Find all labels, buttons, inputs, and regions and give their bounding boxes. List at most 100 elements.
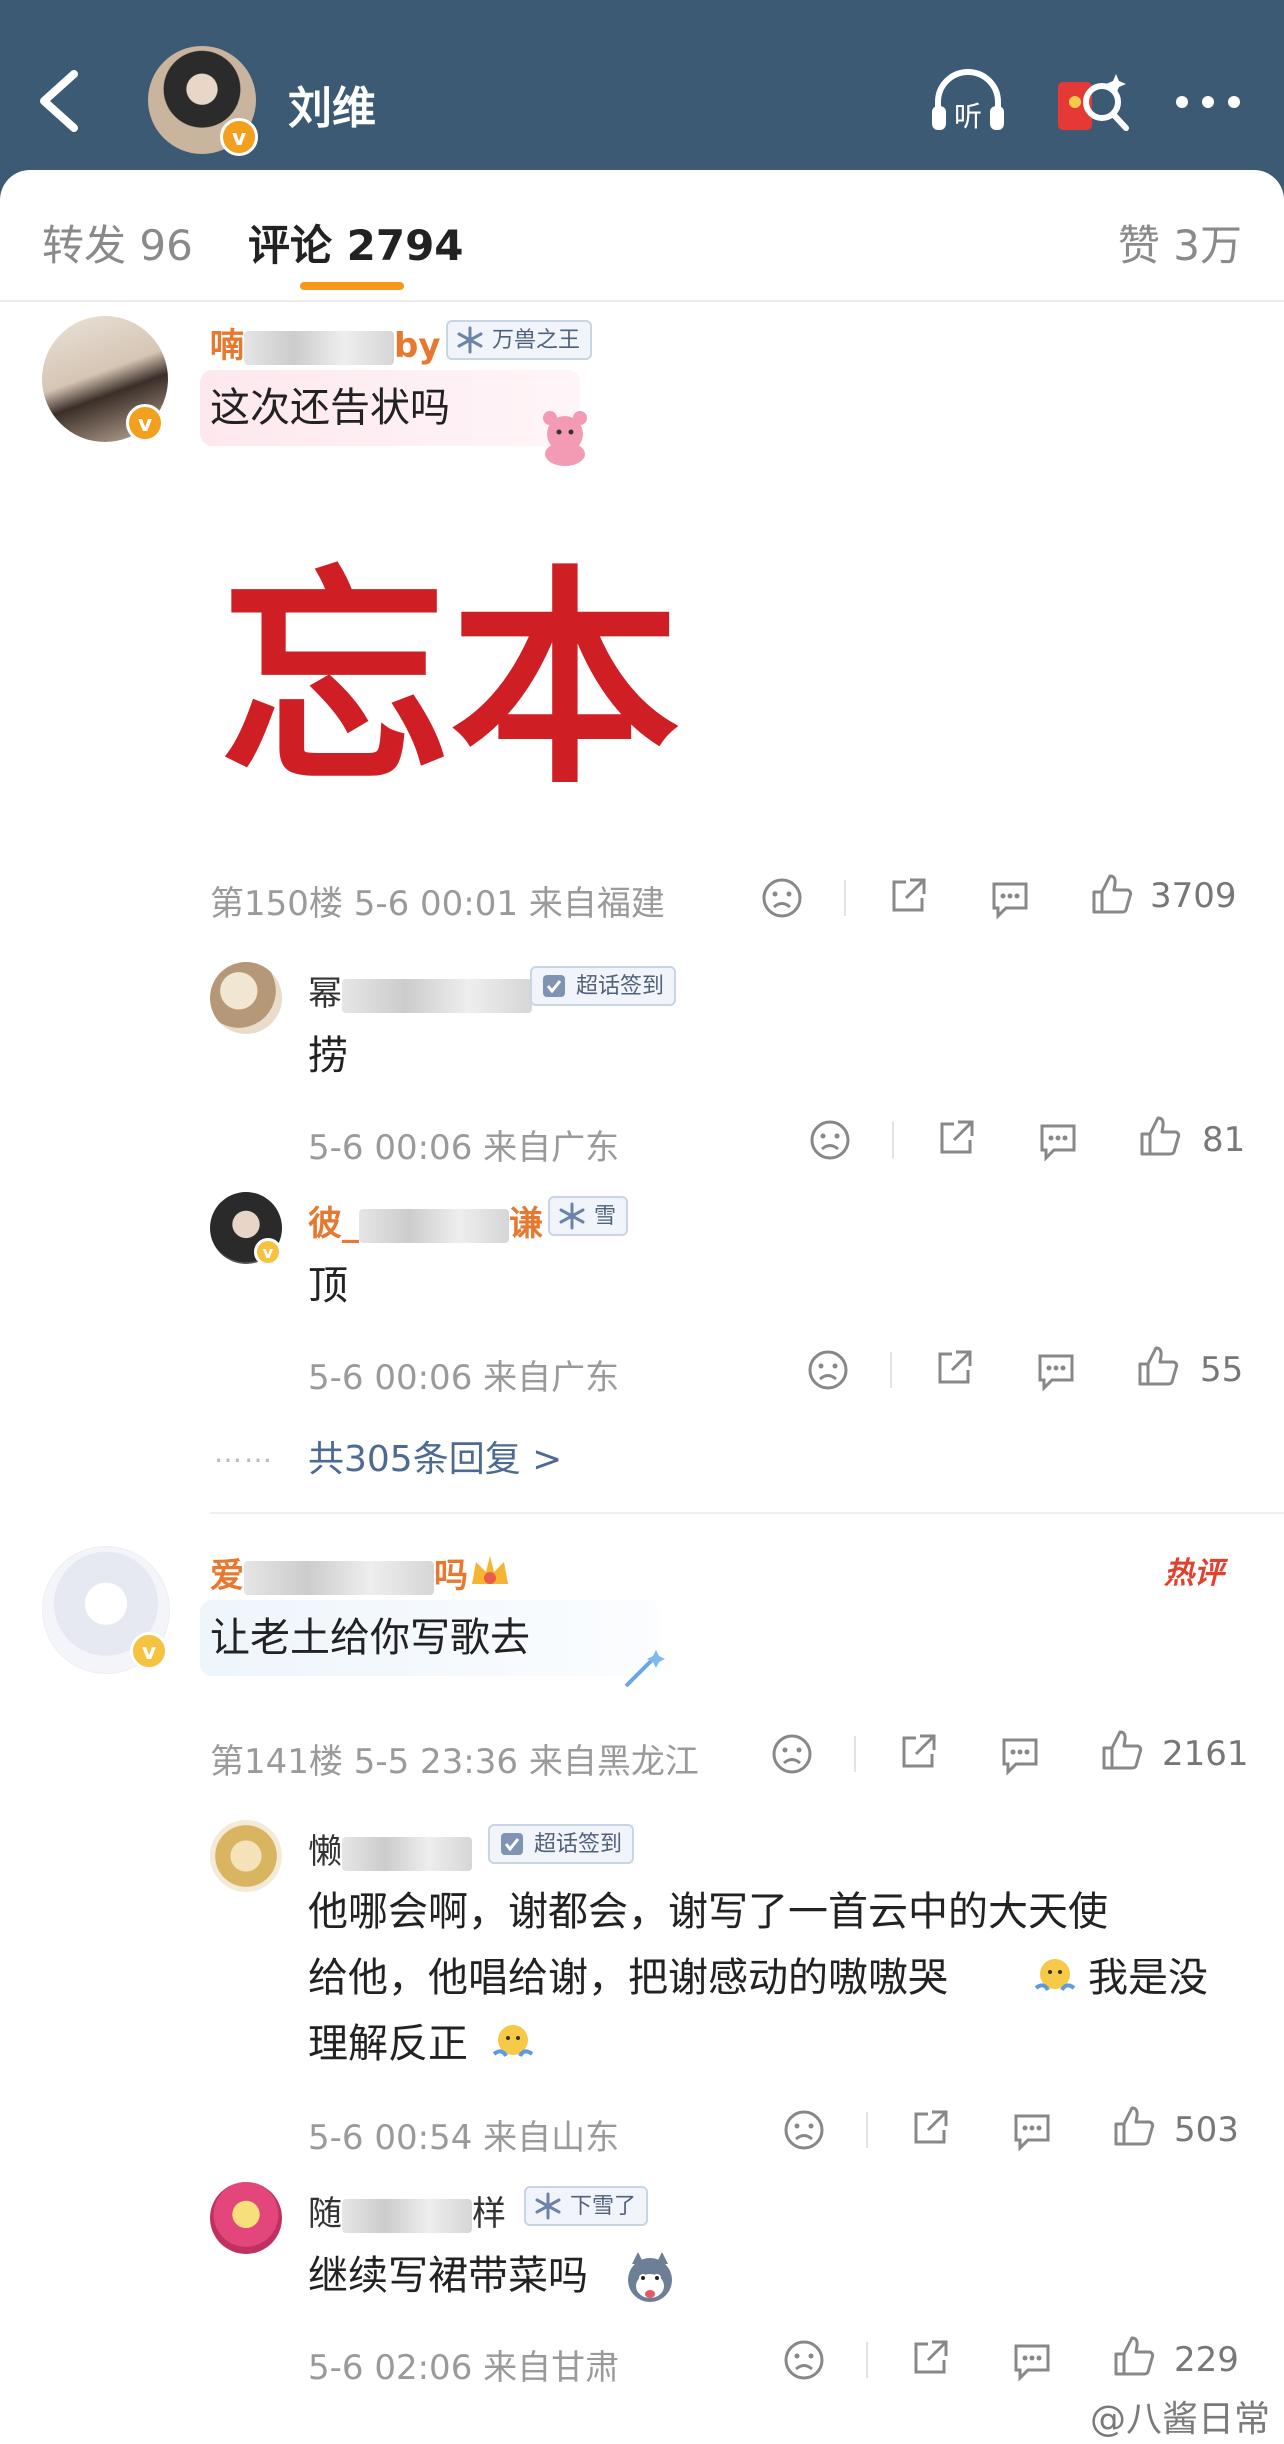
reply-name-end: 样 bbox=[472, 2194, 506, 2234]
snowflake-icon bbox=[457, 326, 483, 354]
commenter-name-start: 爱 bbox=[210, 1556, 244, 1596]
share-icon[interactable] bbox=[908, 2106, 952, 2150]
reply-name-end: 谦 bbox=[509, 1204, 543, 1244]
share-icon[interactable] bbox=[932, 1346, 976, 1390]
comment-text: 让老土给你写歌去 bbox=[210, 1615, 530, 1661]
like-count: 81 bbox=[1202, 1120, 1246, 1160]
share-icon[interactable] bbox=[934, 1116, 978, 1160]
reply-name[interactable]: 幂 bbox=[308, 966, 532, 1015]
crown-badge-icon bbox=[472, 1556, 508, 1584]
comment-icon[interactable] bbox=[988, 876, 1032, 920]
back-arrow-icon[interactable] bbox=[30, 66, 90, 136]
tab-repost[interactable]: 转发 96 bbox=[42, 212, 193, 273]
dislike-face-icon[interactable] bbox=[760, 876, 804, 920]
reply-name-start: 随 bbox=[308, 2194, 342, 2234]
verified-badge-icon: v bbox=[220, 118, 258, 156]
reply-avatar[interactable] bbox=[210, 2182, 282, 2254]
fan-badge[interactable]: 万兽之王 bbox=[446, 320, 593, 360]
reply-text-line-1: 他哪会啊，谢都会，谢写了一首云中的大天使 bbox=[308, 1889, 1108, 1935]
comment-icon[interactable] bbox=[1036, 1118, 1080, 1162]
commenter-name[interactable]: 喃 by bbox=[210, 318, 441, 367]
reply-name[interactable]: 随样 bbox=[308, 2186, 506, 2235]
view-more-replies-link[interactable]: 共305条回复 > bbox=[308, 1430, 562, 1482]
redacted-name-blur bbox=[342, 1836, 472, 1871]
verified-badge-icon: v bbox=[130, 1632, 168, 1670]
like-count: 3709 bbox=[1150, 876, 1237, 916]
reply-text: 继续写裙带菜吗 bbox=[308, 2253, 588, 2299]
redacted-name-blur bbox=[342, 978, 532, 1013]
like-thumb-icon[interactable] bbox=[1100, 1728, 1144, 1772]
reply-meta: 5-6 00:06 来自广东 bbox=[308, 1128, 620, 1168]
comment-icon[interactable] bbox=[998, 1732, 1042, 1776]
like-count: 55 bbox=[1200, 1350, 1244, 1390]
dislike-face-icon[interactable] bbox=[808, 1118, 852, 1162]
reply-meta: 5-6 00:54 来自山东 bbox=[308, 2118, 620, 2158]
like-thumb-icon[interactable] bbox=[1136, 1344, 1180, 1388]
reply-text-line-3: 我是没 bbox=[1088, 1955, 1208, 2001]
dislike-face-icon[interactable] bbox=[782, 2338, 826, 2382]
verified-badge-icon: v bbox=[254, 1238, 282, 1266]
comment-meta: 第150楼 5-6 00:01 来自福建 bbox=[210, 884, 665, 924]
separator bbox=[890, 1352, 892, 1388]
more-replies-dots: …… bbox=[214, 1436, 274, 1469]
share-icon[interactable] bbox=[886, 874, 930, 918]
reply-text-line-4: 理解反正 bbox=[308, 2021, 468, 2067]
reply-name[interactable]: 彼_ 谦 bbox=[308, 1196, 543, 1245]
like-thumb-icon[interactable] bbox=[1112, 2334, 1156, 2378]
dislike-face-icon[interactable] bbox=[782, 2108, 826, 2152]
comment-icon[interactable] bbox=[1034, 1348, 1078, 1392]
calligraphy-text: 忘本 bbox=[220, 545, 680, 800]
separator bbox=[866, 2112, 868, 2148]
pink-bear-sticker-icon bbox=[543, 411, 587, 466]
dislike-face-icon[interactable] bbox=[806, 1348, 850, 1392]
like-thumb-icon[interactable] bbox=[1138, 1114, 1182, 1158]
separator bbox=[844, 880, 846, 916]
more-options-icon[interactable] bbox=[1166, 60, 1250, 144]
comment-image[interactable]: 忘本 bbox=[210, 520, 710, 800]
active-tab-indicator bbox=[300, 282, 404, 290]
tab-like[interactable]: 赞 3万 bbox=[1118, 212, 1242, 273]
reply-meta: 5-6 00:06 来自广东 bbox=[308, 1358, 620, 1398]
listen-icon[interactable]: 听 bbox=[926, 60, 1010, 144]
separator bbox=[892, 1122, 894, 1158]
separator bbox=[854, 1736, 856, 1772]
fan-badge[interactable]: 雪 bbox=[548, 1196, 629, 1236]
fan-badge-label: 雪 bbox=[594, 1204, 617, 1229]
author-name[interactable]: 刘维 bbox=[288, 72, 376, 136]
like-thumb-icon[interactable] bbox=[1112, 2104, 1156, 2148]
comment-divider bbox=[210, 1512, 1284, 1514]
like-thumb-icon[interactable] bbox=[1090, 872, 1134, 916]
reply-name-start: 幂 bbox=[308, 974, 342, 1014]
checkin-badge[interactable]: 超话签到 bbox=[488, 1824, 635, 1864]
reply-text: 顶 bbox=[308, 1263, 348, 1309]
checkin-badge-label: 超话签到 bbox=[534, 1832, 623, 1857]
watermark: @八酱日常 bbox=[1089, 2399, 1270, 2440]
comment-text: 这次还告状吗 bbox=[210, 385, 450, 431]
share-icon[interactable] bbox=[896, 1730, 940, 1774]
checkin-badge[interactable]: 超话签到 bbox=[530, 966, 677, 1006]
share-icon[interactable] bbox=[908, 2336, 952, 2380]
fan-badge[interactable]: 下雪了 bbox=[524, 2186, 649, 2226]
snowflake-icon bbox=[535, 2192, 561, 2220]
reply-name[interactable]: 懒 bbox=[308, 1824, 472, 1873]
reply-avatar[interactable] bbox=[210, 1820, 282, 1892]
svg-text:听: 听 bbox=[954, 100, 982, 133]
commenter-name[interactable]: 爱吗 bbox=[210, 1548, 468, 1597]
husky-dog-emoji-icon bbox=[628, 2252, 672, 2302]
like-count: 229 bbox=[1174, 2340, 1239, 2380]
red-packet-search-icon[interactable] bbox=[1050, 60, 1134, 144]
comment-icon[interactable] bbox=[1010, 2108, 1054, 2152]
reply-name-start: 彼_ bbox=[308, 1204, 359, 1244]
fan-badge-label: 万兽之王 bbox=[492, 328, 581, 353]
reply-name-start: 懒 bbox=[308, 1832, 342, 1872]
dislike-face-icon[interactable] bbox=[770, 1732, 814, 1776]
reply-text: 捞 bbox=[308, 1033, 348, 1079]
redacted-name-blur bbox=[244, 330, 394, 365]
sparkle-sticker-icon bbox=[624, 1650, 665, 1688]
check-badge-icon bbox=[501, 1833, 523, 1855]
check-badge-icon bbox=[543, 975, 565, 997]
comment-icon[interactable] bbox=[1010, 2338, 1054, 2382]
tab-comment[interactable]: 评论 2794 bbox=[248, 212, 464, 273]
hot-comment-badge: 热评 bbox=[1164, 1556, 1224, 1591]
reply-avatar[interactable] bbox=[210, 962, 282, 1034]
